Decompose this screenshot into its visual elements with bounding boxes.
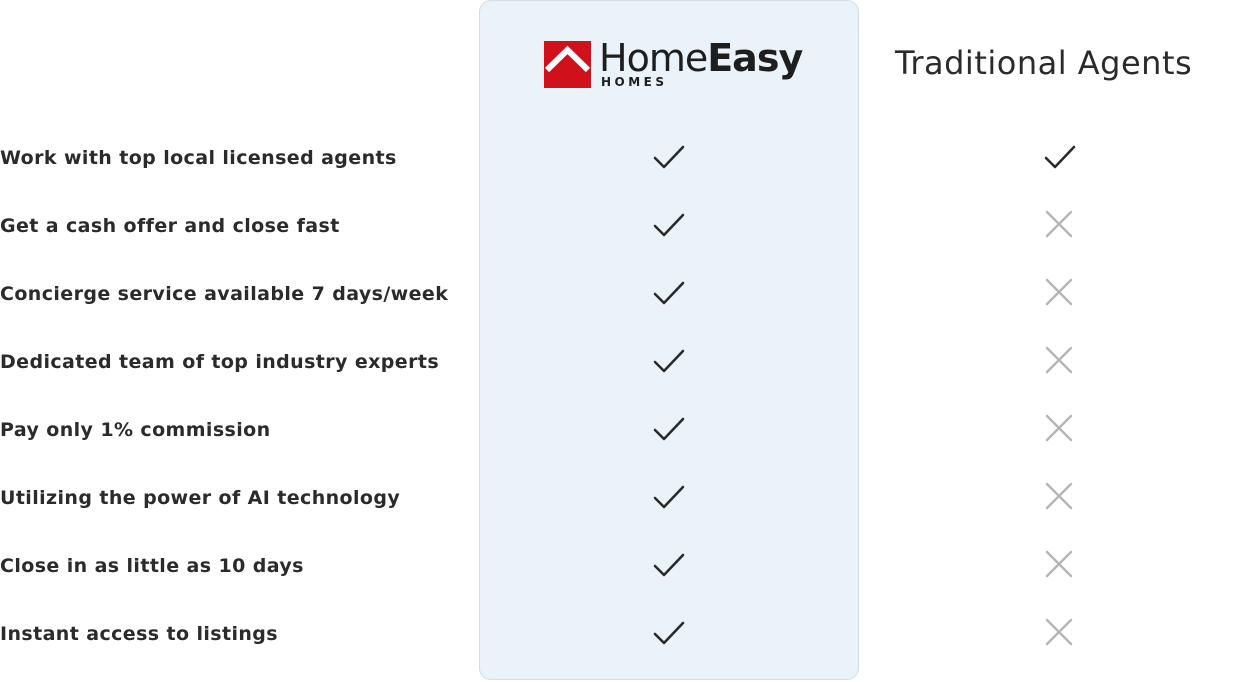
cross-icon bbox=[1045, 346, 1073, 374]
check-icon bbox=[653, 213, 685, 237]
cross-icon bbox=[1045, 210, 1073, 238]
feature-label: Concierge service available 7 days/week bbox=[0, 283, 449, 305]
feature-label: Get a cash offer and close fast bbox=[0, 215, 340, 237]
logo-subtitle: HOMES bbox=[601, 75, 668, 89]
comparison-row: Close in as little as 10 days bbox=[0, 550, 1233, 620]
competitor-column-title: Traditional Agents bbox=[895, 44, 1193, 82]
feature-label: Utilizing the power of AI technology bbox=[0, 487, 401, 509]
cross-icon bbox=[1045, 278, 1073, 306]
comparison-row: Instant access to listings bbox=[0, 618, 1233, 682]
comparison-row: Work with top local licensed agents bbox=[0, 144, 1233, 212]
feature-label: Pay only 1% commission bbox=[0, 419, 271, 441]
feature-label: Dedicated team of top industry experts bbox=[0, 351, 440, 373]
cross-icon bbox=[1045, 550, 1073, 578]
cross-icon bbox=[1045, 414, 1073, 442]
check-icon bbox=[653, 281, 685, 305]
check-icon bbox=[653, 349, 685, 373]
cross-icon bbox=[1045, 618, 1073, 646]
house-roof-icon bbox=[544, 41, 591, 88]
check-icon bbox=[653, 553, 685, 577]
feature-label: Instant access to listings bbox=[0, 623, 279, 645]
cross-icon bbox=[1045, 482, 1073, 510]
logo-wordmark-bold: Easy bbox=[707, 36, 803, 80]
check-icon bbox=[653, 621, 685, 645]
check-icon bbox=[1044, 145, 1076, 169]
comparison-row: Pay only 1% commission bbox=[0, 414, 1233, 484]
feature-label: Close in as little as 10 days bbox=[0, 555, 304, 577]
check-icon bbox=[653, 145, 685, 169]
check-icon bbox=[653, 417, 685, 441]
feature-label: Work with top local licensed agents bbox=[0, 147, 397, 169]
logo-wordmark-light: Home bbox=[599, 36, 708, 80]
comparison-row: Get a cash offer and close fast bbox=[0, 210, 1233, 280]
comparison-row: Utilizing the power of AI technology bbox=[0, 482, 1233, 552]
check-icon bbox=[653, 485, 685, 509]
comparison-row: Dedicated team of top industry experts bbox=[0, 346, 1233, 416]
comparison-row: Concierge service available 7 days/week bbox=[0, 278, 1233, 348]
